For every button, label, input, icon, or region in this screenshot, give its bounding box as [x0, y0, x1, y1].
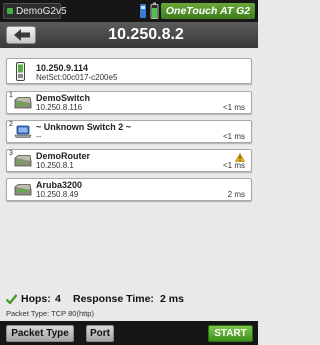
hops-label: Hops:	[21, 293, 51, 305]
page-title: 10.250.8.2	[108, 26, 184, 43]
battery-icon	[150, 2, 159, 19]
status-bar: DemoG2v5 OneTouch AT G2	[0, 0, 258, 22]
product-name: OneTouch AT G2	[165, 5, 251, 17]
router-icon	[14, 155, 32, 167]
hop-row[interactable]: 1 DemoSwitch 10.250.8.116 <1 ms	[6, 91, 252, 114]
switch-icon	[14, 97, 32, 109]
summary-line: Hops: 4 Response Time: 2 ms	[6, 293, 252, 306]
device-name: DemoG2v5	[16, 6, 67, 17]
back-button[interactable]	[6, 26, 36, 44]
hop-number: 3	[9, 150, 13, 157]
network-icon	[140, 4, 146, 18]
source-detail: NetSct:00c017-c200e5	[36, 73, 118, 82]
source-device-row[interactable]: 10.250.9.114 NetSct:00c017-c200e5	[6, 58, 252, 84]
hop-number: 2	[9, 121, 13, 128]
laptop-switch-icon	[14, 125, 32, 138]
hop-ip: --	[36, 132, 42, 141]
hops-value: 4	[55, 293, 61, 305]
port-button[interactable]: Port	[86, 325, 114, 342]
hop-time: <1 ms	[222, 161, 245, 170]
switch-icon	[14, 184, 32, 196]
check-icon	[6, 294, 17, 304]
wifi-icon	[7, 8, 13, 14]
hop-row[interactable]: 3 DemoRouter 10.250.8.1 <1 ms	[6, 149, 252, 172]
device-icon	[16, 62, 25, 81]
hop-time: <1 ms	[222, 103, 245, 112]
back-arrow-icon	[14, 29, 30, 41]
hop-row[interactable]: 2 ~ Unknown Switch 2 ~ -- <1 ms	[6, 120, 252, 143]
hop-ip: 10.250.8.116	[36, 103, 83, 112]
hop-name: ~ Unknown Switch 2 ~	[36, 122, 132, 132]
response-time-label: Response Time:	[73, 293, 154, 305]
product-name-badge: OneTouch AT G2	[161, 3, 255, 19]
title-bar: 10.250.8.2	[0, 22, 258, 48]
hop-ip: 10.250.8.49	[36, 190, 79, 199]
hop-ip: 10.250.8.1	[36, 161, 74, 170]
packet-type-button[interactable]: Packet Type	[6, 325, 74, 342]
hop-time: 2 ms	[227, 190, 245, 199]
hop-row[interactable]: Aruba3200 10.250.8.49 2 ms	[6, 178, 252, 201]
bottom-bar: Packet Type Port START	[0, 321, 258, 345]
hop-number: 1	[9, 92, 13, 99]
packet-type-text: Packet Type: TCP 80(http)	[6, 309, 94, 318]
device-name-badge[interactable]: DemoG2v5	[3, 3, 67, 19]
hop-time: <1 ms	[222, 132, 245, 141]
response-time-value: 2 ms	[160, 293, 184, 305]
start-button[interactable]: START	[208, 325, 253, 342]
